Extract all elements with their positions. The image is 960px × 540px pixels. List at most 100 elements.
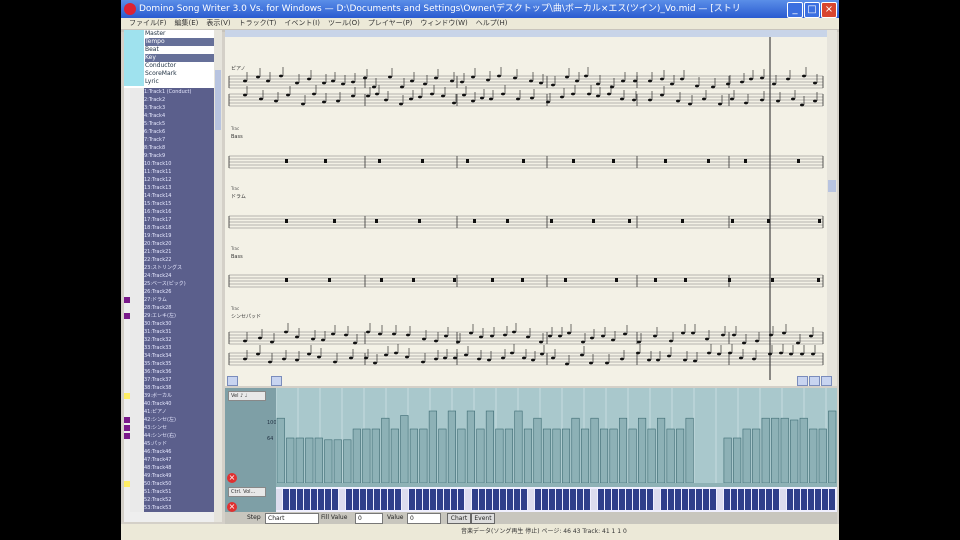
velocity-bar[interactable] (752, 428, 761, 484)
velocity-bar[interactable] (362, 428, 371, 484)
velocity-bar[interactable] (761, 417, 770, 484)
controller-bar[interactable] (661, 489, 667, 510)
controller-bar[interactable] (283, 489, 289, 510)
track-row[interactable]: 9:Track9 (124, 152, 214, 160)
controller-bar[interactable] (605, 489, 611, 510)
track-row[interactable]: 19:Track19 (124, 232, 214, 240)
conductor-item[interactable]: Tempo (124, 38, 214, 46)
track-row[interactable]: 34:Track34 (124, 352, 214, 360)
velocity-bar[interactable] (666, 428, 675, 484)
controller-bar[interactable] (787, 489, 793, 510)
track-row[interactable]: 3:Track3 (124, 104, 214, 112)
velocity-bar[interactable] (305, 437, 314, 484)
velocity-bar[interactable] (352, 428, 361, 484)
score-scrollbar[interactable] (827, 30, 837, 386)
track-row[interactable]: 1:Track1 (Conduct) (124, 88, 214, 96)
velocity-bar[interactable] (485, 410, 494, 484)
track-row[interactable]: 13:Track13 (124, 184, 214, 192)
controller-bar[interactable] (374, 489, 380, 510)
controller-bar[interactable] (822, 489, 828, 510)
controller-bar[interactable] (423, 489, 429, 510)
velocity-bar[interactable] (619, 417, 628, 484)
velocity-bar[interactable] (647, 428, 656, 484)
controller-bar[interactable] (325, 489, 331, 510)
controller-bar[interactable] (381, 489, 387, 510)
velocity-bar[interactable] (438, 428, 447, 484)
track-row[interactable]: 30:Track30 (124, 320, 214, 328)
track-row[interactable]: 20:Track20 (124, 240, 214, 248)
controller-bar[interactable] (801, 489, 807, 510)
maximize-button[interactable]: □ (804, 2, 820, 18)
controller-bar[interactable] (570, 489, 576, 510)
velocity-bar[interactable] (409, 428, 418, 484)
controller-bar[interactable] (297, 489, 303, 510)
controller-bar[interactable] (409, 489, 415, 510)
controller-bar[interactable] (612, 489, 618, 510)
track-row[interactable]: 40:Track40 (124, 400, 214, 408)
velocity-bar[interactable] (609, 428, 618, 484)
menu-item-1[interactable]: 編集(E) (175, 19, 199, 27)
scroll-right-button[interactable] (797, 376, 808, 386)
controller-bar[interactable] (535, 489, 541, 510)
controller-bar[interactable] (444, 489, 450, 510)
close-velocity-icon[interactable]: × (227, 473, 237, 483)
controller-bar[interactable] (332, 489, 338, 510)
track-row[interactable]: 16:Track16 (124, 208, 214, 216)
velocity-bar[interactable] (742, 428, 751, 484)
velocity-bar[interactable] (333, 439, 342, 484)
track-row[interactable]: 39:ボーカル (124, 392, 214, 400)
conductor-item[interactable]: Beat (124, 46, 214, 54)
track-row[interactable]: 14:Track14 (124, 192, 214, 200)
track-row[interactable]: 15:Track15 (124, 200, 214, 208)
velocity-bar[interactable] (495, 428, 504, 484)
velocity-bar[interactable] (580, 428, 590, 484)
track-row[interactable]: 46:Track46 (124, 448, 214, 456)
controller-canvas[interactable] (276, 487, 837, 512)
velocity-bar[interactable] (324, 439, 333, 484)
track-row[interactable]: 4:Track4 (124, 112, 214, 120)
zoom-out-button[interactable] (821, 376, 832, 386)
conductor-item[interactable]: Conductor (124, 62, 214, 70)
scroll-thumb[interactable] (828, 180, 836, 192)
menu-item-5[interactable]: ツール(O) (328, 19, 360, 27)
velocity-bar[interactable] (599, 428, 609, 484)
velocity-bar[interactable] (799, 417, 808, 484)
track-row[interactable]: 26:Track26 (124, 288, 214, 296)
controller-bar[interactable] (745, 489, 751, 510)
track-row[interactable]: 23:ストリングス (124, 264, 214, 272)
controller-bar[interactable] (402, 489, 408, 510)
controller-bar[interactable] (703, 489, 709, 510)
track-row[interactable]: 32:Track32 (124, 336, 214, 344)
step-select[interactable]: Chart (265, 513, 319, 524)
controller-bar[interactable] (521, 489, 527, 510)
controller-bar[interactable] (318, 489, 324, 510)
controller-bar[interactable] (353, 489, 359, 510)
track-row[interactable]: 36:Track36 (124, 368, 214, 376)
menu-item-6[interactable]: プレイヤー(P) (368, 19, 412, 27)
track-row[interactable]: 50:Track50 (124, 480, 214, 488)
controller-bar[interactable] (598, 489, 604, 510)
zoom-in-button[interactable] (809, 376, 820, 386)
controller-bar[interactable] (696, 489, 702, 510)
close-controller-icon[interactable]: × (227, 502, 237, 512)
controller-bar[interactable] (451, 489, 457, 510)
velocity-bar[interactable] (771, 417, 780, 484)
track-row[interactable]: 28:Track28 (124, 304, 214, 312)
track-row[interactable]: 18:Track18 (124, 224, 214, 232)
scroll-left-button[interactable] (227, 376, 238, 386)
track-row[interactable]: 51:Track51 (124, 488, 214, 496)
controller-bar[interactable] (360, 489, 366, 510)
track-row[interactable]: 31:Track31 (124, 328, 214, 336)
controller-bar[interactable] (752, 489, 758, 510)
velocity-bar[interactable] (638, 417, 647, 484)
controller-bar[interactable] (808, 489, 814, 510)
value-input[interactable]: 0 (407, 513, 441, 524)
controller-bar[interactable] (766, 489, 772, 510)
track-list-scrollbar[interactable] (214, 30, 222, 522)
track-row[interactable]: 35:Track35 (124, 360, 214, 368)
controller-bar[interactable] (430, 489, 436, 510)
controller-bar[interactable] (640, 489, 646, 510)
track-row[interactable]: 41:ピアノ (124, 408, 214, 416)
track-row[interactable]: 8:Track8 (124, 144, 214, 152)
track-row[interactable]: 38:Track38 (124, 384, 214, 392)
